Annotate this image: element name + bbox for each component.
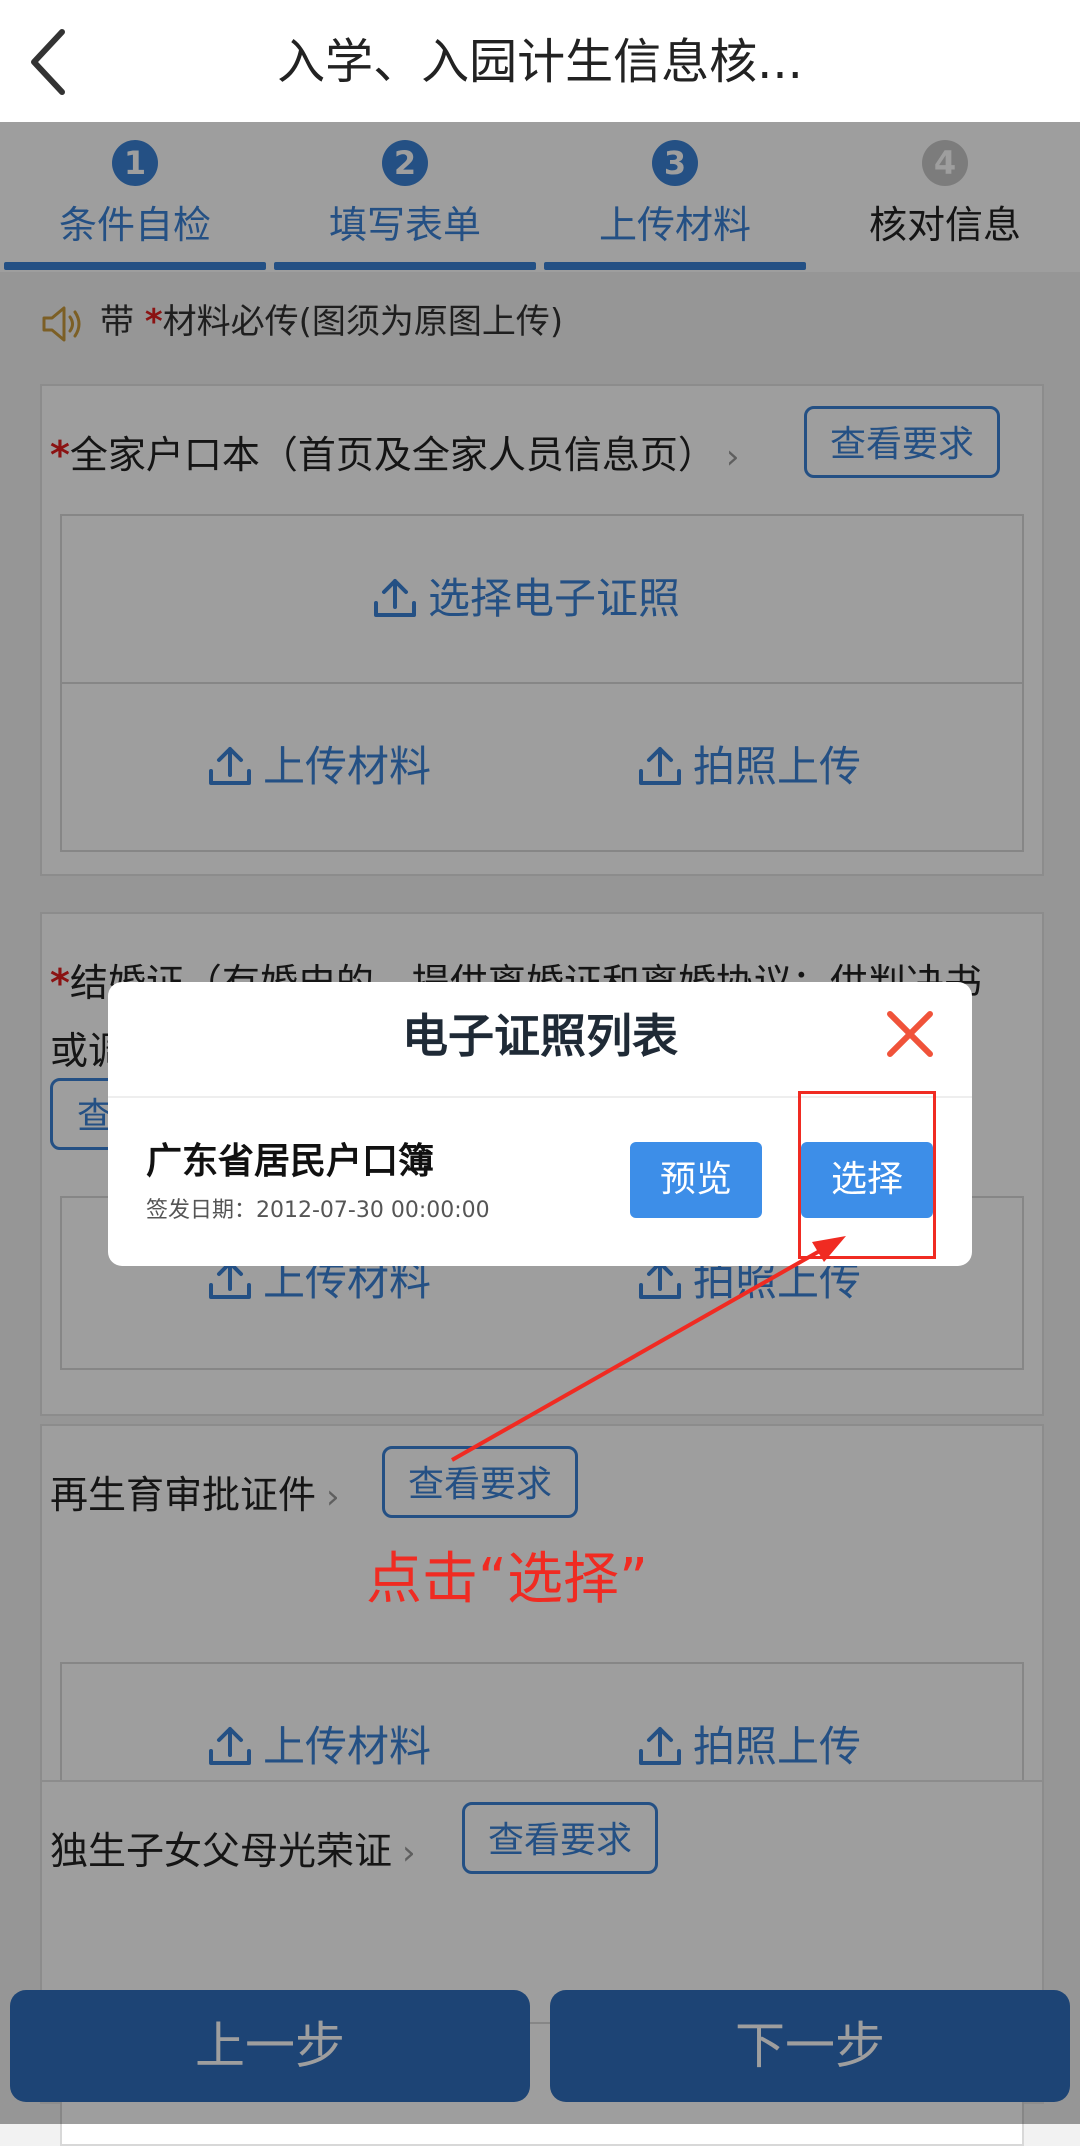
cert-issue-date: 签发日期：2012-07-30 00:00:00 xyxy=(146,1198,490,1223)
page-title: 入学、入园计生信息核... xyxy=(277,34,803,90)
preview-button[interactable]: 预览 xyxy=(630,1142,762,1218)
highlight-box xyxy=(798,1091,936,1259)
annotation-label: 点击“选择” xyxy=(366,1547,649,1612)
close-button[interactable] xyxy=(882,1006,938,1062)
chevron-left-icon xyxy=(31,29,65,95)
app-header: 入学、入园计生信息核... xyxy=(0,0,1080,122)
cert-name: 广东省居民户口簿 xyxy=(146,1141,435,1182)
dialog-title: 电子证照列表 xyxy=(402,1009,678,1063)
back-button[interactable] xyxy=(18,22,98,102)
close-icon xyxy=(887,1011,933,1057)
